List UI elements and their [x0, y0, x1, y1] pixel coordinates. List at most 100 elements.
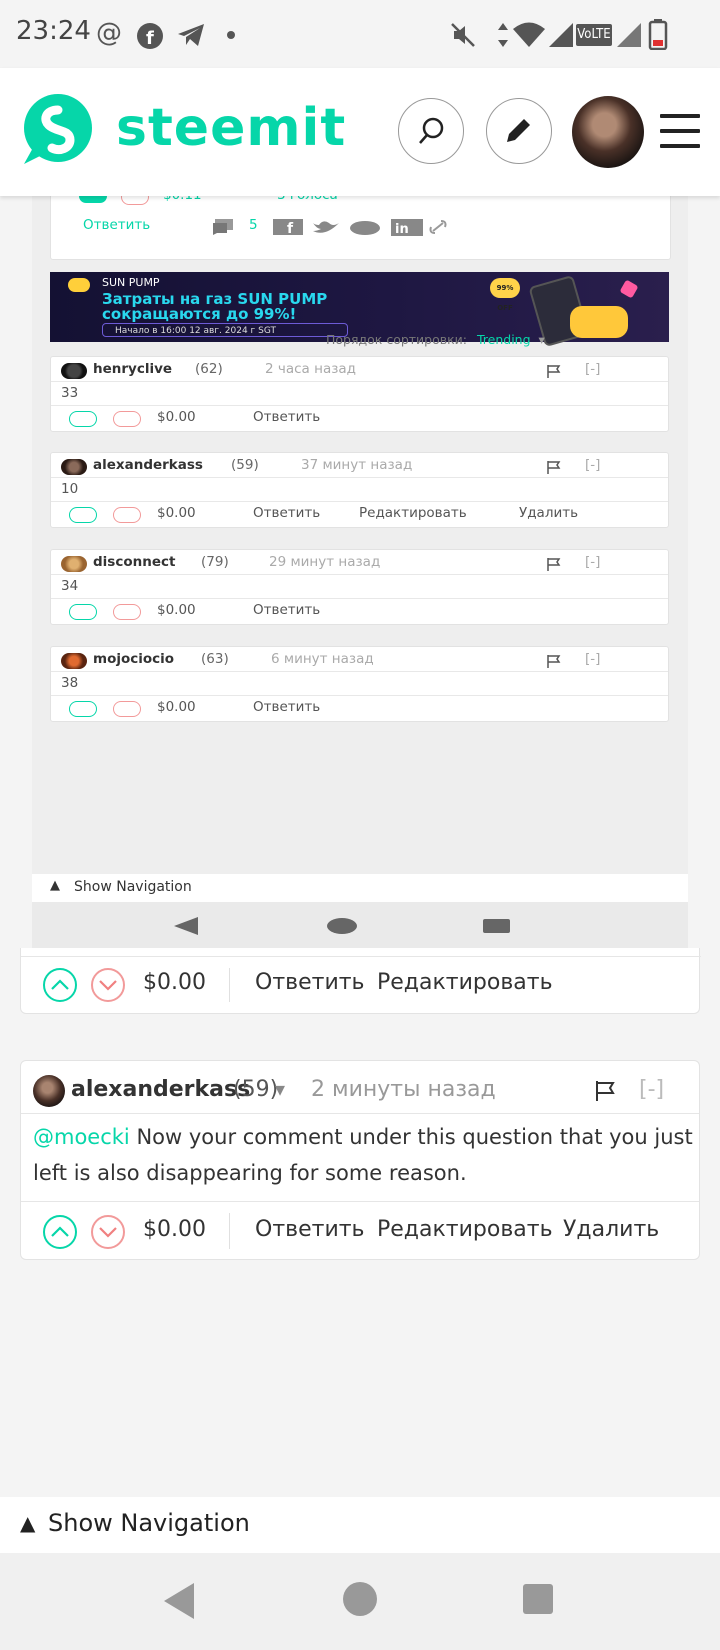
pencil-icon [507, 119, 530, 142]
mute-icon [451, 23, 475, 47]
banner-badge: 99% OFF [490, 278, 520, 312]
flag-icon[interactable] [593, 1079, 617, 1103]
comment-time: 6 минут назад [271, 651, 374, 667]
chevron-up-icon [51, 1226, 69, 1237]
collapse-toggle: [-] [585, 361, 601, 377]
search-icon [419, 117, 444, 144]
upvote-button[interactable] [43, 1215, 77, 1249]
comment-rep: (63) [201, 651, 229, 667]
comment-payout: $0.00 [157, 602, 196, 618]
battery-icon [648, 19, 668, 50]
rocket-illustration [619, 279, 639, 299]
steemit-logo-icon[interactable] [18, 90, 94, 166]
comment-count: 5 [249, 217, 258, 233]
status-bar: 23:24 @ f VoLTE [0, 0, 720, 68]
collapse-toggle: [-] [585, 651, 601, 667]
embedded-show-navigation: ▲ Show Navigation [32, 874, 688, 902]
edit-link: Редактировать [359, 505, 467, 521]
downvote-button[interactable] [91, 1215, 125, 1249]
downvote-icon [113, 701, 141, 717]
comments-icon [213, 219, 233, 235]
recents-icon[interactable] [522, 1583, 556, 1617]
downvote-icon [113, 507, 141, 523]
downvote-icon [113, 604, 141, 620]
comment-body: 33 [61, 385, 79, 401]
mention-link[interactable]: @moecki [33, 1125, 130, 1149]
comment-author: henryclive [93, 361, 173, 377]
logo-text[interactable]: steemit [116, 98, 346, 158]
hamburger-line [660, 129, 700, 133]
hamburger-line [660, 114, 700, 118]
hamburger-line [660, 144, 700, 148]
chevron-down-icon[interactable]: ▾ [275, 1077, 285, 1101]
menu-button[interactable] [660, 114, 700, 148]
svg-text:in: in [395, 222, 409, 237]
search-button[interactable] [398, 98, 464, 164]
comment-time: 2 часа назад [265, 361, 356, 377]
avatar[interactable] [33, 1075, 65, 1107]
show-navigation-bar[interactable]: ▲ Show Navigation [0, 1497, 720, 1553]
back-icon[interactable] [162, 1581, 198, 1621]
avatar [61, 653, 87, 669]
comment-rep: (62) [195, 361, 223, 377]
reply-button[interactable]: Ответить [255, 1217, 365, 1242]
volte-icon: VoLTE [576, 24, 612, 46]
comment-author: disconnect [93, 554, 176, 570]
upvote-icon [69, 507, 97, 523]
edit-button[interactable]: Редактировать [377, 1217, 553, 1242]
comment-rep: (79) [201, 554, 229, 570]
comment-payout: $0.00 [157, 409, 196, 425]
banner-date: Начало в 16:00 12 авг. 2024 г SGT [102, 323, 348, 337]
wifi-icon [513, 22, 545, 47]
system-navigation-bar [0, 1553, 720, 1650]
data-arrows-icon [498, 23, 508, 47]
comment-time: 29 минут назад [269, 554, 381, 570]
comment-card-footer: $0.00 Ответить Редактировать [20, 948, 701, 1014]
telegram-icon [178, 24, 204, 46]
collapse-toggle: [-] [585, 457, 601, 473]
upvote-icon [69, 604, 97, 620]
upvote-icon [69, 701, 97, 717]
triangle-up-icon: ▲ [50, 878, 60, 893]
collapse-toggle[interactable]: [-] [639, 1077, 664, 1102]
embedded-post-footer: $0.11 3 голоса Ответить 5 f in [50, 186, 671, 260]
comment-author: alexanderkass [93, 457, 203, 473]
sort-value: Trending [477, 332, 531, 347]
avatar [61, 363, 87, 379]
reply-link: Ответить [253, 602, 321, 618]
embedded-comment: alexanderkass (59) 37 минут назад [-] 10… [50, 452, 669, 528]
downvote-button[interactable] [91, 968, 125, 1002]
facebook-icon: f [137, 23, 163, 49]
delete-link: Удалить [519, 505, 579, 521]
home-icon[interactable] [342, 1581, 378, 1617]
write-post-button[interactable] [486, 98, 552, 164]
comment-payout: $0.00 [157, 505, 196, 521]
chevron-down-icon [99, 1227, 117, 1238]
banner-brand: SUN PUMP [102, 276, 160, 289]
upvote-button[interactable] [43, 968, 77, 1002]
chevron-down-icon: ▾ [538, 332, 545, 347]
comment-body: 38 [61, 675, 79, 691]
comment-author: mojociocio [93, 651, 175, 667]
comment-time[interactable]: 2 минуты назад [311, 1077, 496, 1102]
reply-button[interactable]: Ответить [255, 970, 365, 995]
comment-rep: (59) [231, 457, 259, 473]
payout-value[interactable]: $0.00 [143, 970, 206, 995]
upvote-icon [69, 411, 97, 427]
edit-button[interactable]: Редактировать [377, 970, 553, 995]
embedded-comment: disconnect (79) 29 минут назад [-] 34 $0… [50, 549, 669, 625]
comment-author[interactable]: alexanderkass [71, 1077, 250, 1102]
delete-button[interactable]: Удалить [563, 1217, 659, 1242]
sun-pump-logo-icon [68, 278, 90, 292]
embedded-system-nav [32, 902, 688, 948]
show-navigation-label[interactable]: Show Navigation [48, 1509, 250, 1537]
share-icons: f in [273, 219, 447, 237]
hand-illustration [570, 306, 628, 338]
signal-icon [549, 23, 573, 47]
home-icon [327, 918, 357, 934]
user-avatar[interactable] [572, 96, 644, 168]
chevron-down-icon [99, 980, 117, 991]
signal-icon [617, 23, 641, 47]
svg-text:f: f [146, 28, 154, 49]
payout-value[interactable]: $0.00 [143, 1217, 206, 1242]
